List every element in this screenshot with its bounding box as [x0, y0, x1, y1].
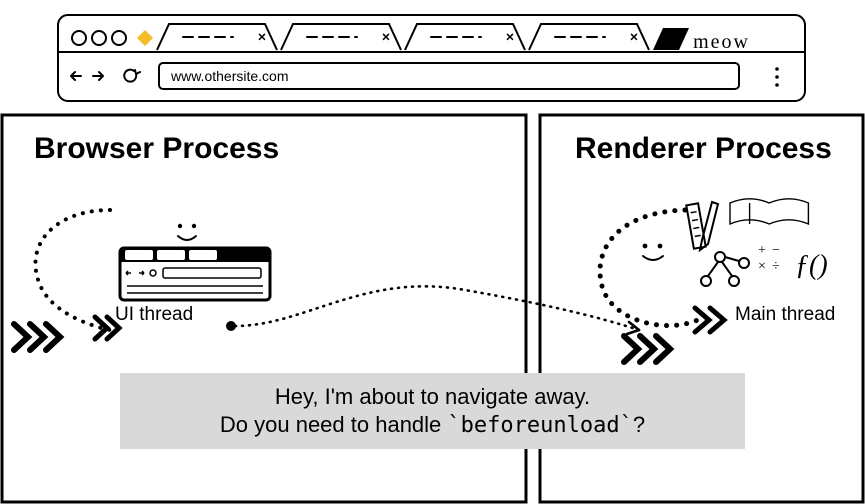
tab-close-icon[interactable]: ×: [258, 29, 266, 45]
chevrons-icon: [10, 320, 70, 354]
svg-text:−: −: [772, 243, 780, 258]
overflow-menu-icon[interactable]: [775, 67, 779, 87]
ipc-message-line2: Do you need to handle `beforeunload`?: [140, 411, 725, 440]
tab[interactable]: ×: [405, 24, 525, 50]
tab-close-icon[interactable]: ×: [630, 29, 638, 45]
diamond-icon: [137, 30, 153, 46]
tab[interactable]: ×: [157, 24, 277, 50]
svg-text:÷: ÷: [772, 259, 780, 274]
window-control-icon: [72, 31, 86, 45]
tab-close-icon[interactable]: ×: [382, 29, 390, 45]
back-button[interactable]: [71, 72, 81, 80]
ipc-arrow: [225, 278, 655, 348]
forward-button[interactable]: [93, 72, 103, 80]
tab[interactable]: ×: [529, 24, 649, 50]
window-control-icon: [92, 31, 106, 45]
reload-button[interactable]: [124, 70, 140, 82]
new-tab-button[interactable]: [653, 28, 689, 50]
browser-process-title: Browser Process: [34, 132, 279, 166]
browser-window: × × × × www.othersite.com: [57, 14, 806, 102]
svg-text:+: +: [758, 243, 766, 258]
ipc-message-bubble: Hey, I'm about to navigate away. Do you …: [120, 373, 745, 449]
tree-graph-icon: [701, 252, 749, 286]
tab-close-icon[interactable]: ×: [506, 29, 514, 45]
function-icon: ƒ(): [795, 250, 828, 281]
math-icon: +− × ÷: [758, 243, 780, 274]
tab[interactable]: ×: [281, 24, 401, 50]
browser-brand: meow: [693, 31, 750, 54]
ipc-message-line1: Hey, I'm about to navigate away.: [140, 383, 725, 411]
svg-text:×: ×: [758, 259, 766, 274]
main-thread-label: Main thread: [735, 304, 835, 326]
ui-thread-label: UI thread: [115, 304, 193, 326]
window-control-icon: [112, 31, 126, 45]
book-icon: [730, 199, 808, 224]
renderer-process-title: Renderer Process: [575, 132, 832, 166]
ruler-icon: [686, 203, 705, 248]
address-bar-text: www.othersite.com: [170, 68, 288, 84]
